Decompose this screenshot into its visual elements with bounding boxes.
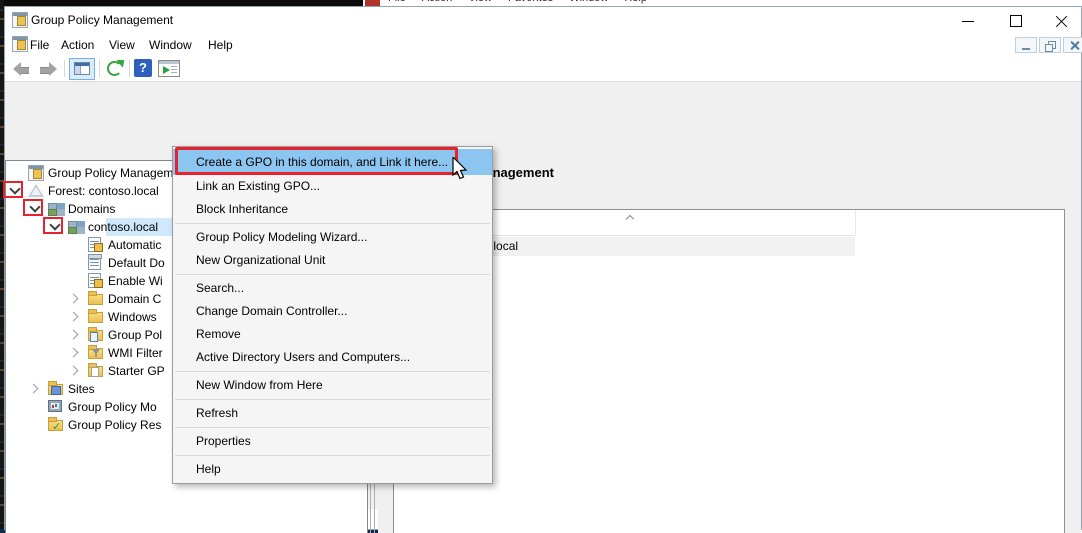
maximize-button[interactable] [997, 7, 1035, 33]
sort-ascending-icon [626, 214, 634, 220]
folder-wmi-icon [88, 348, 103, 359]
gpmc-icon [28, 165, 44, 181]
chevron-right-icon[interactable] [68, 346, 82, 360]
tree-item-label: Group Policy Res [68, 416, 161, 434]
modeling-icon [48, 400, 62, 412]
tree-item-label: Domains [68, 200, 115, 218]
menu-item-remove[interactable]: Remove [173, 323, 492, 346]
folder-gpo-icon [88, 330, 103, 341]
tree-item-label: Default Do [108, 254, 165, 272]
help-icon[interactable] [134, 59, 152, 77]
mdi-minimize-button[interactable] [1015, 37, 1037, 53]
menu-item-properties[interactable]: Properties [173, 430, 492, 453]
mdi-close-button[interactable] [1063, 37, 1082, 53]
action-pane-icon[interactable] [158, 60, 180, 77]
menu-separator [173, 425, 492, 430]
tree-item-label: Forest: contoso.local [48, 182, 159, 200]
folder-results-icon [48, 420, 63, 431]
menu-view[interactable]: View [109, 38, 135, 52]
tree-item-label: WMI Filter [108, 344, 163, 362]
background-menu-file: File [388, 0, 406, 4]
background-menu-view: View [468, 0, 492, 4]
menu-file[interactable]: File [30, 38, 49, 52]
menu-item-help[interactable]: Help [173, 458, 492, 481]
tree-item-label: Starter GP [108, 362, 165, 380]
folder-icon [88, 312, 103, 323]
menu-item-new-organizational-unit[interactable]: New Organizational Unit [173, 249, 492, 272]
menu-window[interactable]: Window [149, 38, 192, 52]
menu-item-active-directory-users-and-computers[interactable]: Active Directory Users and Computers... [173, 346, 492, 369]
context-menu: Create a GPO in this domain, and Link it… [172, 146, 493, 484]
background-menu-help: Help [624, 0, 647, 4]
folder-starter-icon [88, 366, 103, 377]
menu-separator [173, 453, 492, 458]
mdi-restore-button[interactable] [1039, 37, 1061, 53]
gpmc-window: Group Policy Management File Action View Wi… [4, 6, 1082, 530]
console-tree-icon[interactable] [69, 58, 95, 80]
menu-separator [173, 221, 492, 226]
mouse-cursor [452, 157, 470, 186]
column-divider[interactable] [855, 210, 856, 235]
menu-item-change-domain-controller[interactable]: Change Domain Controller... [173, 300, 492, 323]
menu-item-search[interactable]: Search... [173, 277, 492, 300]
close-button[interactable] [1043, 7, 1081, 33]
menu-help[interactable]: Help [208, 38, 233, 52]
menu-item-group-policy-modeling-wizard[interactable]: Group Policy Modeling Wizard... [173, 226, 492, 249]
chevron-right-icon[interactable] [68, 310, 82, 324]
back-icon[interactable] [11, 58, 33, 78]
chevron-right-icon[interactable] [28, 382, 42, 396]
gpo-icon [88, 255, 101, 270]
menu-item-link-an-existing-gpo[interactable]: Link an Existing GPO... [173, 175, 492, 198]
screen: File Action View Favorites Window Help Group … [0, 0, 1082, 533]
tree-item-label: Sites [68, 380, 95, 398]
tree-item-label: Group Policy Mo [68, 398, 157, 416]
tree-item-label: Group Policy Management [48, 164, 190, 182]
annotation-box-menu-item [175, 147, 458, 175]
tree-item-label: Domain C [108, 290, 161, 308]
main-area: Group Policy ManagementForest: contoso.l… [5, 82, 1081, 509]
menu-item-block-inheritance[interactable]: Block Inheritance [173, 198, 492, 221]
gpmc-app-icon [12, 12, 28, 28]
menu-separator [173, 369, 492, 374]
annotation-box-expander [43, 217, 63, 234]
tree-item-label: Windows [108, 308, 157, 326]
menu-bar: File Action View Window Help [5, 33, 1081, 56]
menu-action[interactable]: Action [61, 38, 94, 52]
menu-separator [173, 397, 492, 402]
tree-item-label: Automatic [108, 236, 161, 254]
gpmc-console-icon [12, 36, 28, 52]
tree-item-label: Group Pol [108, 326, 162, 344]
window-title: Group Policy Management [31, 13, 173, 27]
contents-list: Name contoso.local [393, 209, 1065, 533]
background-menu-window: Window [569, 0, 608, 4]
chevron-right-icon[interactable] [68, 364, 82, 378]
menu-item-new-window-from-here[interactable]: New Window from Here [173, 374, 492, 397]
chevron-right-icon[interactable] [68, 328, 82, 342]
background-menu-bar: File Action View Favorites Window Help [388, 0, 663, 4]
forward-icon[interactable] [37, 58, 59, 78]
folder-sites-icon [48, 384, 63, 395]
tree-item-label: Enable Wi [108, 272, 163, 290]
annotation-box-expander [3, 181, 23, 198]
domain-icon [68, 221, 84, 237]
title-bar: Group Policy Management [5, 7, 1081, 33]
toolbar-separator [64, 60, 65, 77]
background-menu-favorites: Favorites [508, 0, 553, 4]
refresh-icon[interactable] [104, 58, 124, 78]
gpo-lock-icon [88, 237, 101, 252]
tree-item-label: contoso.local [88, 218, 158, 236]
gpo-lock-icon [88, 273, 101, 288]
menu-separator [173, 272, 492, 277]
minimize-button[interactable] [949, 7, 987, 33]
toolbar [5, 56, 1081, 82]
menu-item-refresh[interactable]: Refresh [173, 402, 492, 425]
folder-icon [88, 294, 103, 305]
toolbar-separator [129, 60, 130, 77]
toolbar-separator [99, 60, 100, 77]
annotation-box-expander [23, 199, 43, 216]
chevron-right-icon[interactable] [68, 292, 82, 306]
background-menu-action: Action [422, 0, 453, 4]
forest-icon [28, 184, 44, 197]
